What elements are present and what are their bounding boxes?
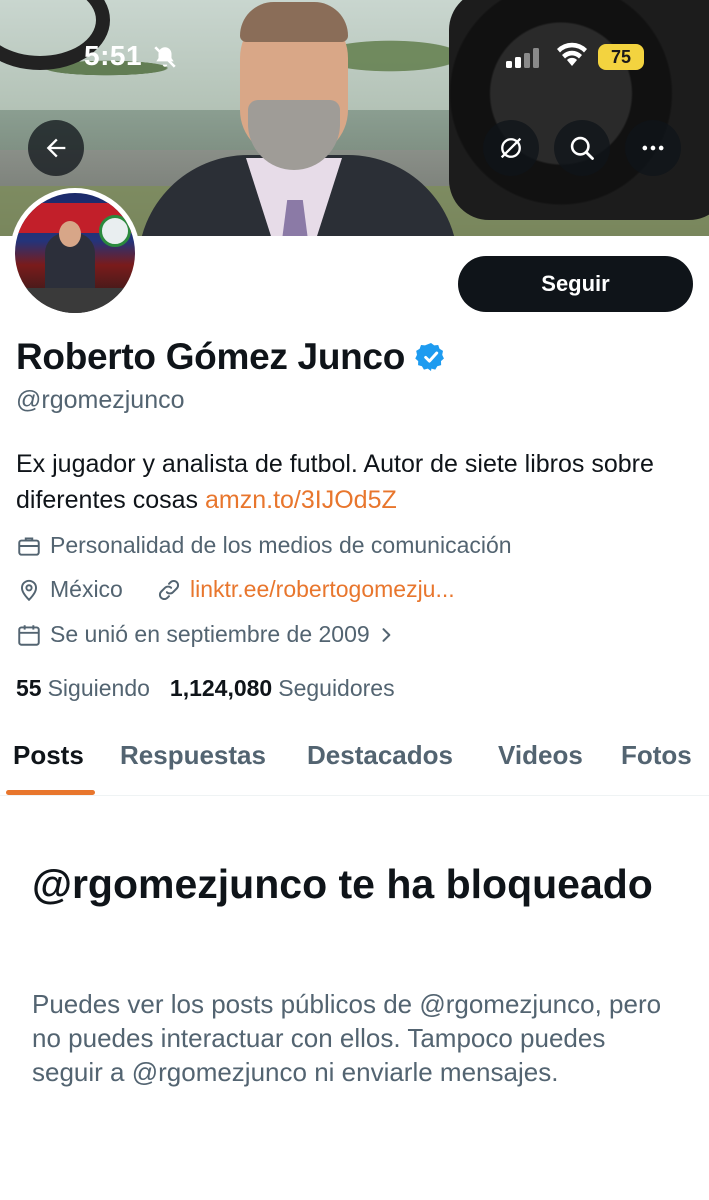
more-button[interactable] [625,120,681,176]
tab-destacados[interactable]: Destacados [307,740,453,771]
profile-bio: Ex jugador y analista de futbol. Autor d… [16,446,696,518]
category-label: Personalidad de los medios de comunicaci… [50,532,512,558]
blocked-title: @rgomezjunco te ha bloqueado [32,861,653,907]
tab-respuestas[interactable]: Respuestas [120,740,266,771]
profile-tabs: Posts Respuestas Destacados Videos Fotos [0,722,709,796]
link-icon [158,579,180,600]
active-tab-indicator [6,790,95,795]
status-time: 5:51 [84,40,143,71]
chevron-right-icon [382,627,391,642]
following-label: Siguiendo [47,675,150,701]
profile-category: Personalidad de los medios de comunicaci… [16,532,512,559]
profile-joined[interactable]: Se unió en septiembre de 2009 [16,621,404,648]
website-link[interactable]: linktr.ee/robertogomezju... [190,576,455,603]
profile-handle: @rgomezjunco [16,386,185,414]
following-link[interactable]: 55 Siguiendo [16,675,150,702]
banner-person-hair [240,2,348,42]
bell-slash-icon [154,46,176,68]
battery-icon: 75 [598,44,644,70]
following-count: 55 [16,675,42,701]
tab-posts[interactable]: Posts [13,740,84,771]
avatar-person-head [59,221,81,247]
profile-name-row: Roberto Gómez Junco [16,336,447,378]
avatar-ball [99,215,131,247]
search-button[interactable] [554,120,610,176]
tab-videos[interactable]: Videos [498,740,583,771]
grok-icon [500,137,522,159]
profile-location: México [16,576,123,603]
grok-button[interactable] [483,120,539,176]
location-label: México [50,576,123,602]
joined-label: Se unió en septiembre de 2009 [50,621,370,647]
calendar-icon [18,624,40,646]
followers-link[interactable]: 1,124,080 Seguidores [170,675,395,702]
more-icon [642,145,664,151]
search-icon [570,136,594,160]
profile-website[interactable]: linktr.ee/robertogomezju... [156,576,455,603]
back-arrow-icon [46,138,66,158]
blocked-message: Puedes ver los posts públicos de @rgomez… [32,989,662,1087]
wifi-icon [557,42,587,66]
followers-count: 1,124,080 [169,675,273,701]
avatar-chair [15,288,135,313]
profile-name: Roberto Gómez Junco [16,336,405,377]
followers-label: Seguidores [278,675,395,701]
signal-icon [506,48,539,68]
follow-counts: 55 Siguiendo 1,124,080 Seguidores [16,675,395,702]
bio-link[interactable]: amzn.to/3IJOd5Z [205,486,397,514]
avatar[interactable] [10,188,140,318]
back-button[interactable] [28,120,84,176]
briefcase-icon [18,536,40,556]
location-pin-icon [20,579,38,601]
banner-camera [449,0,709,220]
follow-button[interactable]: Seguir [458,256,693,312]
verified-badge-icon[interactable] [415,341,447,373]
tab-fotos[interactable]: Fotos [621,740,692,771]
avatar-image [15,193,135,313]
